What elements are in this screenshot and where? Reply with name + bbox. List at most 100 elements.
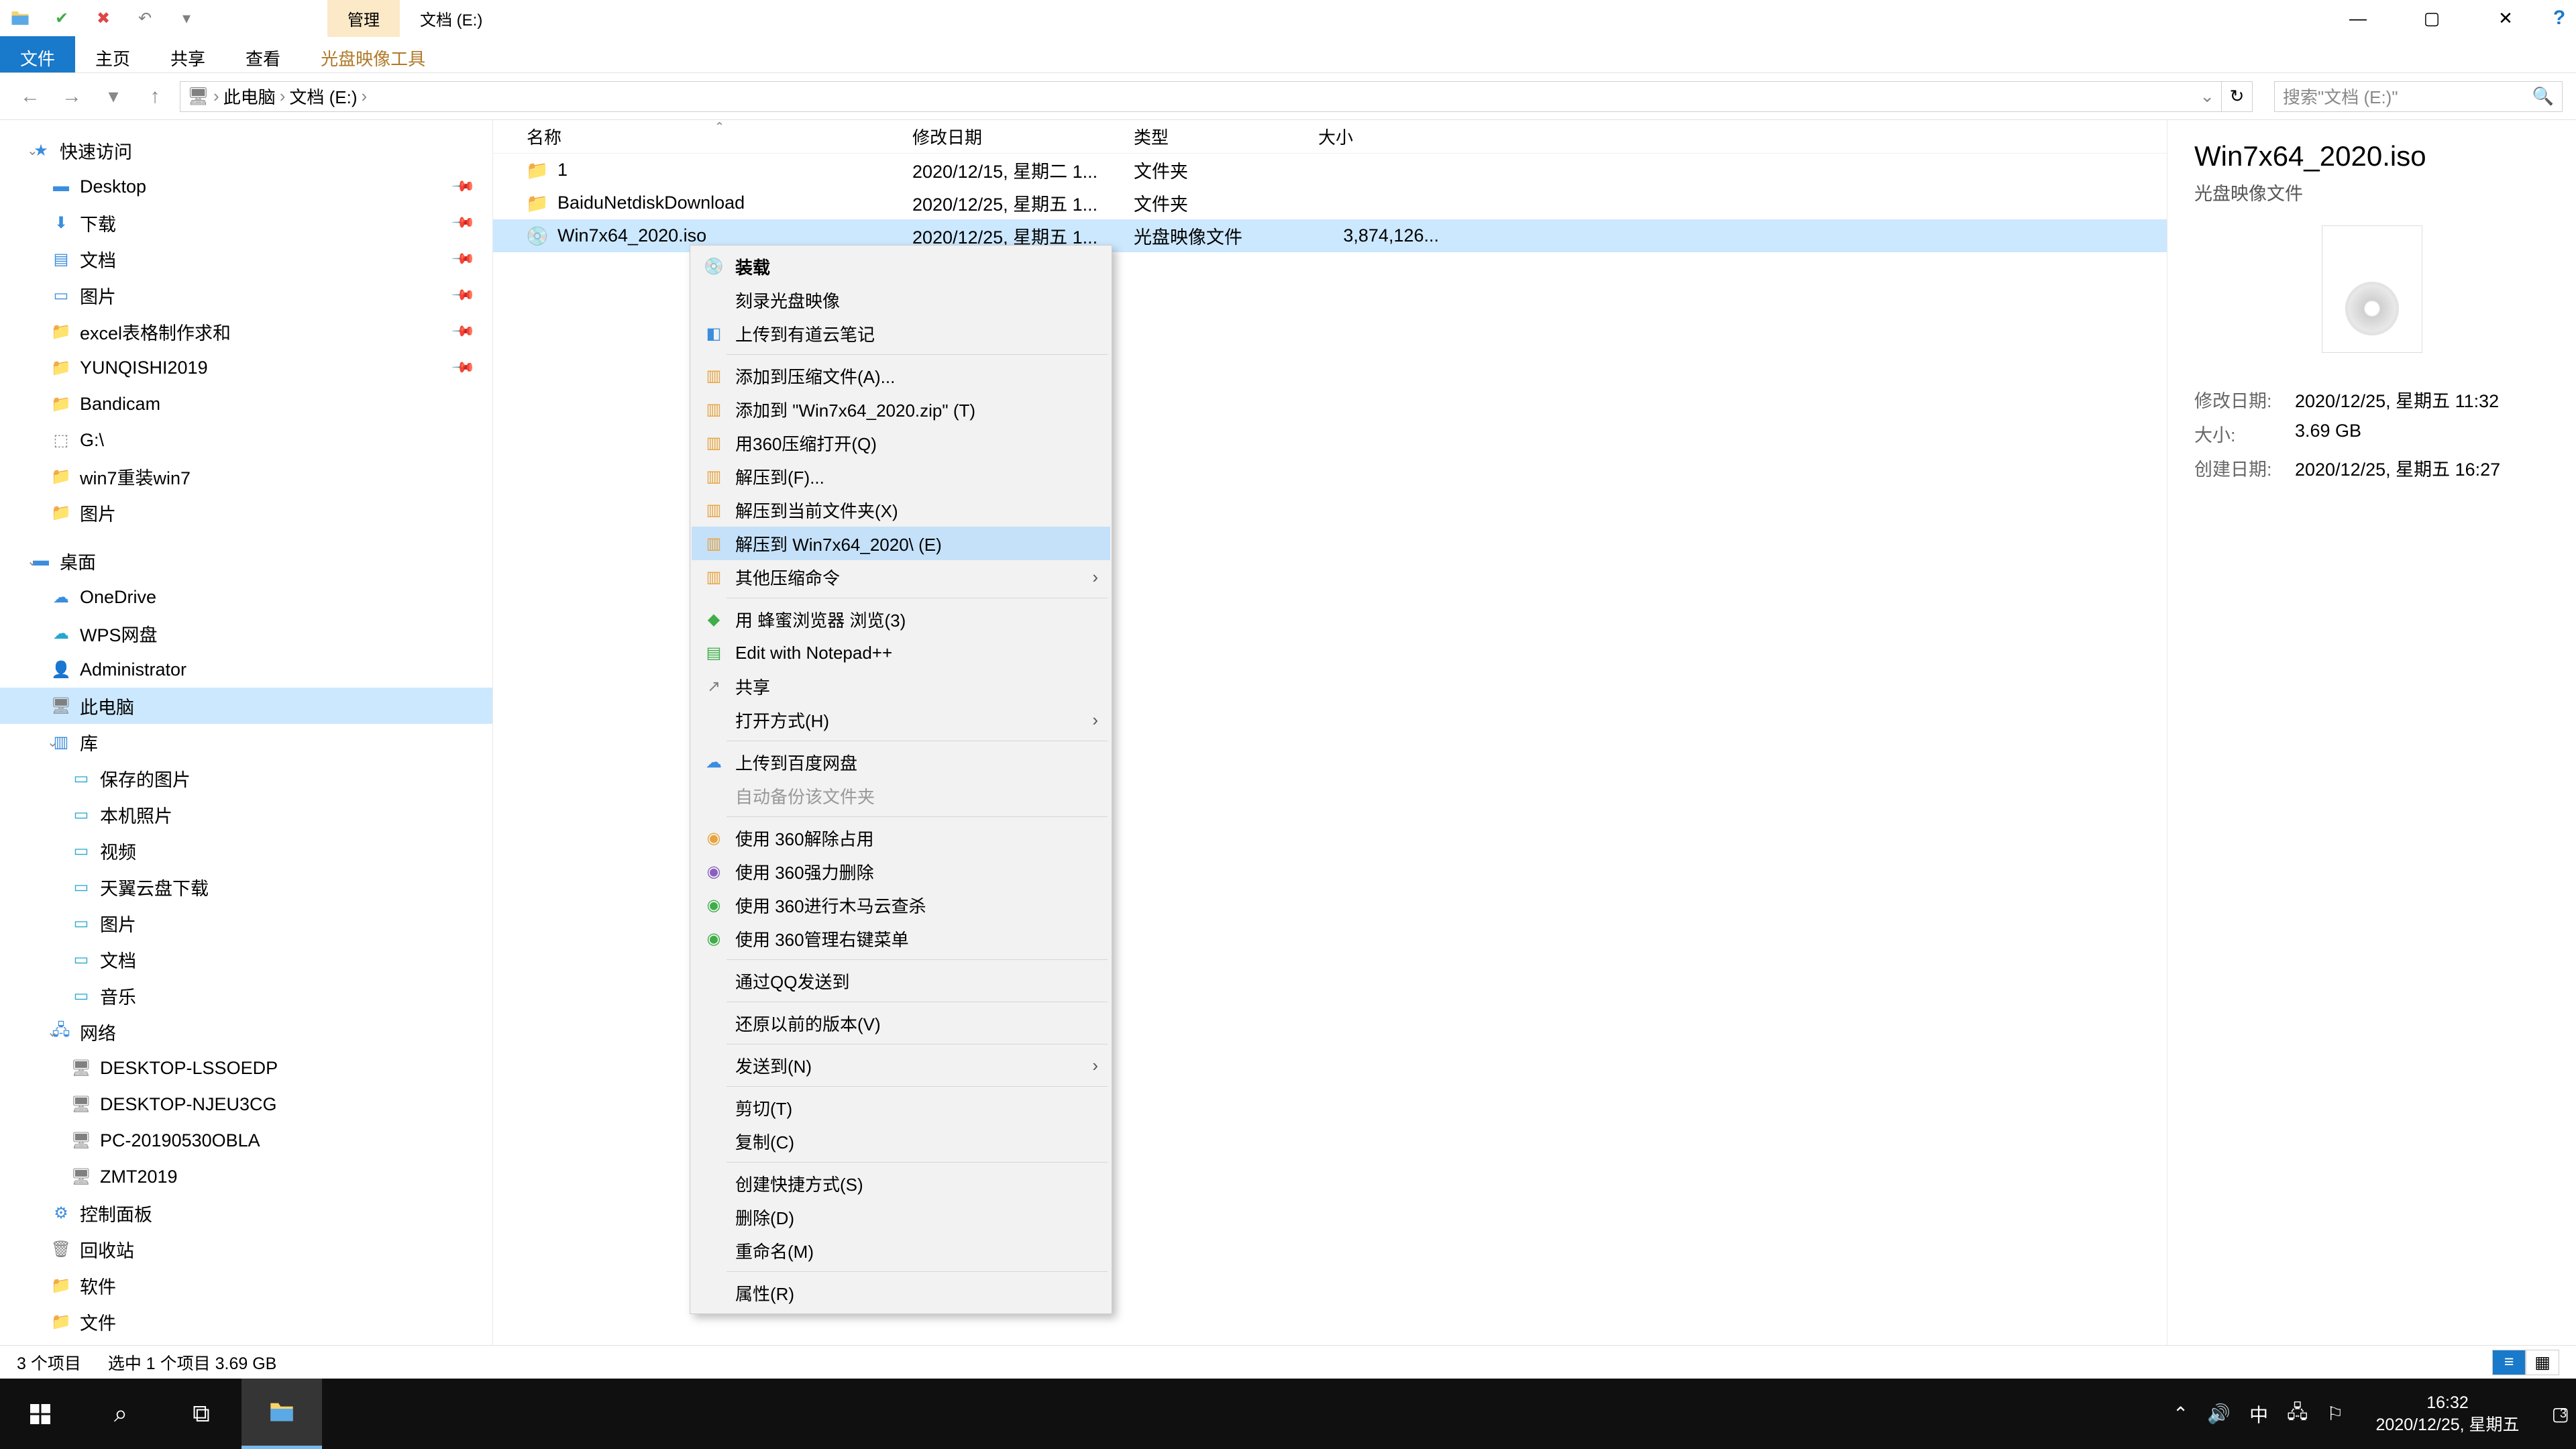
tray-notifications-icon[interactable]: ▢3 xyxy=(2552,1403,2569,1425)
menu-restore-prev[interactable]: 还原以前的版本(V) xyxy=(692,1006,1110,1040)
tree-pictures3[interactable]: ▭图片 xyxy=(0,905,492,941)
tree-pictures2[interactable]: 📁图片 xyxy=(0,494,492,531)
tree-pc4[interactable]: 🖥ZMT2019 xyxy=(0,1159,492,1195)
tree-wps[interactable]: ☁WPS网盘 xyxy=(0,615,492,651)
tray-volume-icon[interactable]: 🔊 xyxy=(2207,1403,2231,1425)
undo-icon[interactable]: ↶ xyxy=(131,5,158,32)
menu-mount[interactable]: 💿装载 xyxy=(692,250,1110,283)
tree-win7reinstall[interactable]: 📁win7重装win7 xyxy=(0,458,492,494)
tree-tianyi[interactable]: ▭天翼云盘下载 xyxy=(0,869,492,905)
menu-360-force-delete[interactable]: ◉使用 360强力删除 xyxy=(692,855,1110,888)
close-red-icon[interactable]: ✖ xyxy=(90,5,117,32)
tray-ime-icon[interactable]: 中 xyxy=(2249,1401,2268,1428)
menu-extract-to[interactable]: ▥解压到(F)... xyxy=(692,460,1110,493)
nav-forward-button[interactable]: → xyxy=(55,80,89,113)
menu-open-with[interactable]: 打开方式(H)› xyxy=(692,703,1110,737)
search-box[interactable]: 搜索"文档 (E:)" 🔍 xyxy=(2274,81,2563,112)
nav-up-button[interactable]: ↑ xyxy=(138,80,172,113)
menu-open-360zip[interactable]: ▥用360压缩打开(Q) xyxy=(692,426,1110,460)
menu-extract-here[interactable]: ▥解压到当前文件夹(X) xyxy=(692,493,1110,527)
menu-send-to[interactable]: 发送到(N)› xyxy=(692,1049,1110,1082)
tree-this-pc[interactable]: 🖥此电脑 xyxy=(0,688,492,724)
refresh-button[interactable]: ↻ xyxy=(2222,81,2253,112)
tree-pc1[interactable]: 🖥DESKTOP-LSSOEDP xyxy=(0,1050,492,1086)
breadcrumb-dropdown-icon[interactable]: ⌄ xyxy=(2200,86,2214,107)
tray-network-icon[interactable]: 🖧 xyxy=(2287,1398,2308,1430)
expand-icon[interactable]: ⌄ xyxy=(27,553,38,570)
menu-notepad[interactable]: ▤Edit with Notepad++ xyxy=(692,636,1110,669)
taskbar-explorer-button[interactable] xyxy=(241,1379,322,1449)
menu-extract-named[interactable]: ▥解压到 Win7x64_2020\ (E) xyxy=(692,527,1110,560)
app-icon[interactable] xyxy=(7,5,34,32)
tree-control-panel[interactable]: ⚙控制面板 xyxy=(0,1195,492,1231)
view-details-button[interactable]: ≡ xyxy=(2492,1350,2526,1375)
manage-context-tab[interactable]: 管理 xyxy=(327,0,400,37)
menu-cut[interactable]: 剪切(T) xyxy=(692,1091,1110,1124)
tree-onedrive[interactable]: ☁OneDrive xyxy=(0,579,492,615)
tree-camera-roll[interactable]: ▭本机照片 xyxy=(0,796,492,833)
menu-360-unlock[interactable]: ◉使用 360解除占用 xyxy=(692,821,1110,855)
menu-rename[interactable]: 重命名(M) xyxy=(692,1234,1110,1267)
task-view-button[interactable]: ⧉ xyxy=(161,1379,241,1449)
tree-pictures[interactable]: ▭图片📌 xyxy=(0,277,492,313)
view-icons-button[interactable]: ▦ xyxy=(2526,1350,2559,1375)
breadcrumb-sep[interactable]: › xyxy=(213,86,219,107)
tree-downloads[interactable]: ⬇下载📌 xyxy=(0,205,492,241)
nav-back-button[interactable]: ← xyxy=(13,80,47,113)
menu-bee-browser[interactable]: ◆用 蜂蜜浏览器 浏览(3) xyxy=(692,602,1110,636)
expand-icon[interactable]: ⌄ xyxy=(27,142,38,159)
tree-videos[interactable]: ▭视频 xyxy=(0,833,492,869)
breadcrumb-sep[interactable]: › xyxy=(280,86,286,107)
help-icon[interactable]: ? xyxy=(2542,0,2576,36)
column-type[interactable]: 类型 xyxy=(1127,124,1311,149)
menu-other-zip[interactable]: ▥其他压缩命令› xyxy=(692,560,1110,594)
ribbon-view-tab[interactable]: 查看 xyxy=(225,36,301,72)
tree-files[interactable]: 📁文件 xyxy=(0,1303,492,1340)
expand-icon[interactable]: ⌄ xyxy=(47,734,58,751)
tree-documents[interactable]: ▤文档📌 xyxy=(0,241,492,277)
tray-clock[interactable]: 16:32 2020/12/25, 星期五 xyxy=(2363,1392,2533,1436)
column-size[interactable]: 大小 xyxy=(1311,124,1446,149)
tray-chevron-icon[interactable]: ⌃ xyxy=(2173,1403,2188,1425)
start-button[interactable] xyxy=(0,1379,80,1449)
ribbon-share-tab[interactable]: 共享 xyxy=(150,36,225,72)
tree-recycle[interactable]: 🗑回收站 xyxy=(0,1231,492,1267)
menu-shortcut[interactable]: 创建快捷方式(S) xyxy=(692,1167,1110,1200)
menu-burn[interactable]: 刻录光盘映像 xyxy=(692,283,1110,317)
search-icon[interactable]: 🔍 xyxy=(2532,86,2554,107)
ribbon-home-tab[interactable]: 主页 xyxy=(75,36,150,72)
checkmark-icon[interactable]: ✔ xyxy=(48,5,75,32)
tree-bandicam[interactable]: 📁Bandicam xyxy=(0,386,492,422)
tree-gdrive[interactable]: ⬚G:\ xyxy=(0,422,492,458)
tree-music[interactable]: ▭音乐 xyxy=(0,977,492,1014)
ribbon-file-tab[interactable]: 文件 xyxy=(0,36,75,72)
breadcrumb-sep[interactable]: › xyxy=(361,86,367,107)
nav-recent-dropdown[interactable]: ▾ xyxy=(97,80,130,113)
tree-pc2[interactable]: 🖥DESKTOP-NJEU3CG xyxy=(0,1086,492,1122)
tree-yunqishi[interactable]: 📁YUNQISHI2019📌 xyxy=(0,350,492,386)
menu-add-zip[interactable]: ▥添加到 "Win7x64_2020.zip" (T) xyxy=(692,392,1110,426)
taskbar-search-button[interactable]: ⌕ xyxy=(80,1379,161,1449)
file-row[interactable]: 📁1 2020/12/15, 星期二 1... 文件夹 xyxy=(493,154,2167,186)
menu-properties[interactable]: 属性(R) xyxy=(692,1276,1110,1309)
ribbon-disc-tools-tab[interactable]: 光盘映像工具 xyxy=(301,36,445,72)
menu-delete[interactable]: 删除(D) xyxy=(692,1200,1110,1234)
tree-saved-pics[interactable]: ▭保存的图片 xyxy=(0,760,492,796)
menu-youdao[interactable]: ◧上传到有道云笔记 xyxy=(692,317,1110,350)
menu-qq-send[interactable]: 通过QQ发送到 xyxy=(692,964,1110,998)
tree-desktop-section[interactable]: ⌄▬桌面 xyxy=(0,543,492,579)
tree-excel-folder[interactable]: 📁excel表格制作求和📌 xyxy=(0,313,492,350)
menu-360-manage[interactable]: ◉使用 360管理右键菜单 xyxy=(692,922,1110,955)
breadcrumb-drive[interactable]: 文档 (E:) xyxy=(289,84,357,109)
tree-desktop[interactable]: ▬Desktop📌 xyxy=(0,168,492,205)
menu-360-trojan[interactable]: ◉使用 360进行木马云查杀 xyxy=(692,888,1110,922)
column-date[interactable]: 修改日期 xyxy=(906,124,1127,149)
tree-network[interactable]: ⌄🖧网络 xyxy=(0,1014,492,1050)
file-row[interactable]: 📁BaiduNetdiskDownload 2020/12/25, 星期五 1.… xyxy=(493,186,2167,219)
minimize-button[interactable]: — xyxy=(2321,0,2395,36)
expand-icon[interactable]: ⌄ xyxy=(47,1024,58,1040)
tree-quick-access[interactable]: ⌄★快速访问 xyxy=(0,132,492,168)
tree-documents2[interactable]: ▭文档 xyxy=(0,941,492,977)
tray-security-icon[interactable]: ⚐ xyxy=(2326,1403,2343,1425)
qat-dropdown-icon[interactable]: ▾ xyxy=(173,5,200,32)
